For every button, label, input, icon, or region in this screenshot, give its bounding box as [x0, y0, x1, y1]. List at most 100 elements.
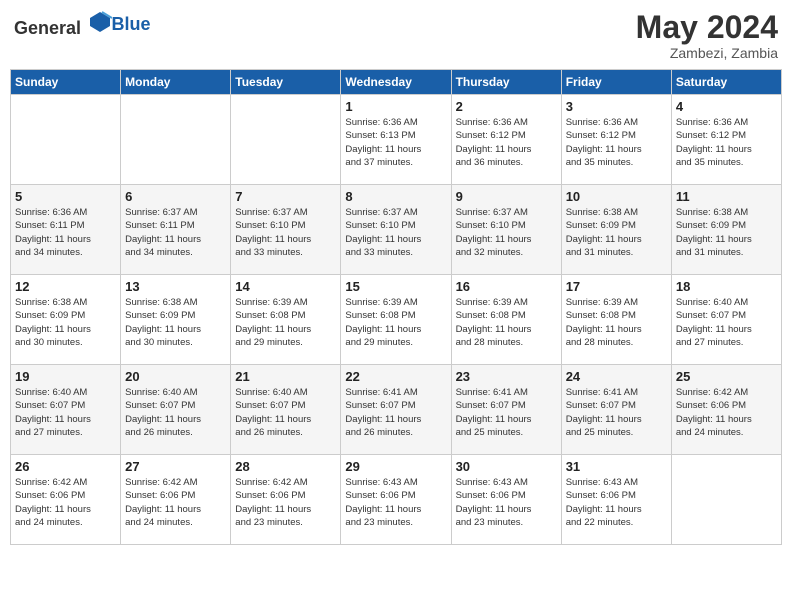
header-wednesday: Wednesday: [341, 70, 451, 95]
day-info: Sunrise: 6:39 AM Sunset: 6:08 PM Dayligh…: [235, 296, 336, 349]
day-number: 8: [345, 189, 446, 204]
calendar-day-cell: 15 Sunrise: 6:39 AM Sunset: 6:08 PM Dayli…: [341, 275, 451, 365]
day-number: 11: [676, 189, 777, 204]
day-number: 17: [566, 279, 667, 294]
calendar-day-cell: 16 Sunrise: 6:39 AM Sunset: 6:08 PM Dayli…: [451, 275, 561, 365]
month-year-title: May 2024: [636, 10, 778, 45]
day-number: 3: [566, 99, 667, 114]
logo-icon: [88, 10, 112, 34]
header-row: SundayMondayTuesdayWednesdayThursdayFrid…: [11, 70, 782, 95]
calendar-day-cell: 10 Sunrise: 6:38 AM Sunset: 6:09 PM Dayli…: [561, 185, 671, 275]
calendar-day-cell: 23 Sunrise: 6:41 AM Sunset: 6:07 PM Dayli…: [451, 365, 561, 455]
day-number: 2: [456, 99, 557, 114]
day-info: Sunrise: 6:37 AM Sunset: 6:10 PM Dayligh…: [456, 206, 557, 259]
day-number: 12: [15, 279, 116, 294]
calendar-day-cell: [231, 95, 341, 185]
day-info: Sunrise: 6:39 AM Sunset: 6:08 PM Dayligh…: [566, 296, 667, 349]
calendar-day-cell: 4 Sunrise: 6:36 AM Sunset: 6:12 PM Daylig…: [671, 95, 781, 185]
day-info: Sunrise: 6:40 AM Sunset: 6:07 PM Dayligh…: [15, 386, 116, 439]
title-block: May 2024 Zambezi, Zambia: [636, 10, 778, 61]
calendar-week-row: 26Sunrise: 6:42 AM Sunset: 6:06 PM Dayli…: [11, 455, 782, 545]
day-info: Sunrise: 6:43 AM Sunset: 6:06 PM Dayligh…: [345, 476, 446, 529]
calendar-body: 1Sunrise: 6:36 AM Sunset: 6:13 PM Daylig…: [11, 95, 782, 545]
day-number: 23: [456, 369, 557, 384]
day-number: 29: [345, 459, 446, 474]
day-number: 28: [235, 459, 336, 474]
day-info: Sunrise: 6:36 AM Sunset: 6:11 PM Dayligh…: [15, 206, 116, 259]
logo-blue: Blue: [112, 14, 151, 34]
calendar-day-cell: 31 Sunrise: 6:43 AM Sunset: 6:06 PM Dayli…: [561, 455, 671, 545]
header-friday: Friday: [561, 70, 671, 95]
header-sunday: Sunday: [11, 70, 121, 95]
calendar-day-cell: 19Sunrise: 6:40 AM Sunset: 6:07 PM Dayli…: [11, 365, 121, 455]
day-info: Sunrise: 6:40 AM Sunset: 6:07 PM Dayligh…: [235, 386, 336, 439]
day-number: 30: [456, 459, 557, 474]
calendar-day-cell: 28 Sunrise: 6:42 AM Sunset: 6:06 PM Dayli…: [231, 455, 341, 545]
day-info: Sunrise: 6:40 AM Sunset: 6:07 PM Dayligh…: [125, 386, 226, 439]
calendar-day-cell: 1Sunrise: 6:36 AM Sunset: 6:13 PM Daylig…: [341, 95, 451, 185]
day-number: 6: [125, 189, 226, 204]
header-tuesday: Tuesday: [231, 70, 341, 95]
day-info: Sunrise: 6:42 AM Sunset: 6:06 PM Dayligh…: [15, 476, 116, 529]
calendar-day-cell: 11 Sunrise: 6:38 AM Sunset: 6:09 PM Dayli…: [671, 185, 781, 275]
header-thursday: Thursday: [451, 70, 561, 95]
calendar-day-cell: 14 Sunrise: 6:39 AM Sunset: 6:08 PM Dayli…: [231, 275, 341, 365]
day-info: Sunrise: 6:36 AM Sunset: 6:12 PM Dayligh…: [456, 116, 557, 169]
calendar-day-cell: 8 Sunrise: 6:37 AM Sunset: 6:10 PM Daylig…: [341, 185, 451, 275]
calendar-day-cell: 24Sunrise: 6:41 AM Sunset: 6:07 PM Dayli…: [561, 365, 671, 455]
day-number: 10: [566, 189, 667, 204]
header-monday: Monday: [121, 70, 231, 95]
day-info: Sunrise: 6:40 AM Sunset: 6:07 PM Dayligh…: [676, 296, 777, 349]
day-number: 22: [345, 369, 446, 384]
calendar-day-cell: 17 Sunrise: 6:39 AM Sunset: 6:08 PM Dayli…: [561, 275, 671, 365]
calendar-day-cell: [121, 95, 231, 185]
calendar-day-cell: 6 Sunrise: 6:37 AM Sunset: 6:11 PM Daylig…: [121, 185, 231, 275]
day-info: Sunrise: 6:38 AM Sunset: 6:09 PM Dayligh…: [125, 296, 226, 349]
location-subtitle: Zambezi, Zambia: [636, 45, 778, 61]
calendar-day-cell: 18 Sunrise: 6:40 AM Sunset: 6:07 PM Dayli…: [671, 275, 781, 365]
calendar-day-cell: 26Sunrise: 6:42 AM Sunset: 6:06 PM Dayli…: [11, 455, 121, 545]
day-number: 31: [566, 459, 667, 474]
calendar-table: SundayMondayTuesdayWednesdayThursdayFrid…: [10, 69, 782, 545]
day-number: 18: [676, 279, 777, 294]
calendar-day-cell: 25Sunrise: 6:42 AM Sunset: 6:06 PM Dayli…: [671, 365, 781, 455]
day-number: 16: [456, 279, 557, 294]
calendar-header: SundayMondayTuesdayWednesdayThursdayFrid…: [11, 70, 782, 95]
calendar-day-cell: 30Sunrise: 6:43 AM Sunset: 6:06 PM Dayli…: [451, 455, 561, 545]
day-info: Sunrise: 6:41 AM Sunset: 6:07 PM Dayligh…: [345, 386, 446, 439]
day-info: Sunrise: 6:42 AM Sunset: 6:06 PM Dayligh…: [235, 476, 336, 529]
calendar-week-row: 12 Sunrise: 6:38 AM Sunset: 6:09 PM Dayli…: [11, 275, 782, 365]
day-info: Sunrise: 6:43 AM Sunset: 6:06 PM Dayligh…: [566, 476, 667, 529]
logo-general: General: [14, 18, 81, 38]
day-number: 4: [676, 99, 777, 114]
logo: General Blue: [14, 10, 151, 39]
day-number: 25: [676, 369, 777, 384]
calendar-day-cell: 21 Sunrise: 6:40 AM Sunset: 6:07 PM Dayli…: [231, 365, 341, 455]
header-saturday: Saturday: [671, 70, 781, 95]
day-number: 21: [235, 369, 336, 384]
day-number: 5: [15, 189, 116, 204]
calendar-day-cell: 7Sunrise: 6:37 AM Sunset: 6:10 PM Daylig…: [231, 185, 341, 275]
day-number: 24: [566, 369, 667, 384]
day-info: Sunrise: 6:38 AM Sunset: 6:09 PM Dayligh…: [566, 206, 667, 259]
calendar-day-cell: 5 Sunrise: 6:36 AM Sunset: 6:11 PM Daylig…: [11, 185, 121, 275]
calendar-week-row: 5 Sunrise: 6:36 AM Sunset: 6:11 PM Daylig…: [11, 185, 782, 275]
calendar-day-cell: 9Sunrise: 6:37 AM Sunset: 6:10 PM Daylig…: [451, 185, 561, 275]
day-number: 7: [235, 189, 336, 204]
day-info: Sunrise: 6:36 AM Sunset: 6:12 PM Dayligh…: [676, 116, 777, 169]
day-info: Sunrise: 6:37 AM Sunset: 6:10 PM Dayligh…: [345, 206, 446, 259]
day-info: Sunrise: 6:37 AM Sunset: 6:11 PM Dayligh…: [125, 206, 226, 259]
calendar-day-cell: [11, 95, 121, 185]
page-header: General Blue May 2024 Zambezi, Zambia: [10, 10, 782, 61]
day-info: Sunrise: 6:39 AM Sunset: 6:08 PM Dayligh…: [456, 296, 557, 349]
day-info: Sunrise: 6:41 AM Sunset: 6:07 PM Dayligh…: [456, 386, 557, 439]
calendar-day-cell: 22 Sunrise: 6:41 AM Sunset: 6:07 PM Dayli…: [341, 365, 451, 455]
day-number: 14: [235, 279, 336, 294]
day-info: Sunrise: 6:39 AM Sunset: 6:08 PM Dayligh…: [345, 296, 446, 349]
day-info: Sunrise: 6:38 AM Sunset: 6:09 PM Dayligh…: [676, 206, 777, 259]
day-number: 20: [125, 369, 226, 384]
calendar-week-row: 19Sunrise: 6:40 AM Sunset: 6:07 PM Dayli…: [11, 365, 782, 455]
calendar-day-cell: 27Sunrise: 6:42 AM Sunset: 6:06 PM Dayli…: [121, 455, 231, 545]
day-number: 15: [345, 279, 446, 294]
calendar-day-cell: 3Sunrise: 6:36 AM Sunset: 6:12 PM Daylig…: [561, 95, 671, 185]
